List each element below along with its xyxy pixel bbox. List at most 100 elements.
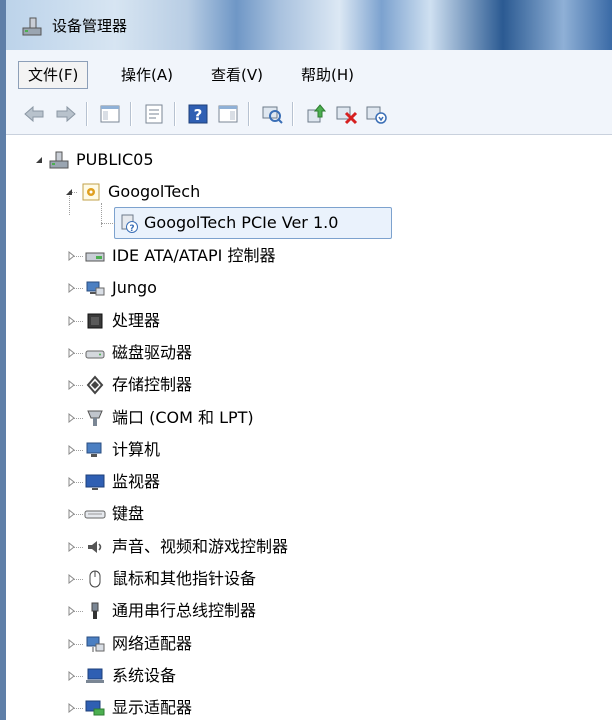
mouse-icon bbox=[89, 570, 101, 588]
tree-category-label: IDE ATA/ATAPI 控制器 bbox=[112, 246, 276, 265]
unknown-device-category-icon bbox=[82, 183, 100, 201]
toolbar: ? bbox=[6, 96, 612, 135]
expand-triangle-icon[interactable] bbox=[66, 671, 76, 681]
jungo-icon bbox=[86, 281, 105, 296]
tree-category[interactable]: 存储控制器 bbox=[6, 370, 612, 400]
device-manager-icon bbox=[22, 17, 42, 36]
scan-hardware-icon[interactable] bbox=[260, 102, 284, 126]
uninstall-icon[interactable] bbox=[334, 102, 358, 126]
storage-controller-icon bbox=[86, 375, 104, 395]
collapse-triangle-icon[interactable] bbox=[64, 187, 74, 197]
tree-category-label: 端口 (COM 和 LPT) bbox=[112, 408, 254, 427]
tree-category-label: 网络适配器 bbox=[112, 634, 193, 653]
processor-icon bbox=[87, 313, 103, 329]
expand-triangle-icon[interactable] bbox=[66, 413, 76, 423]
disable-icon[interactable] bbox=[364, 102, 388, 126]
tree-root[interactable]: PUBLIC05 bbox=[6, 145, 612, 175]
expand-triangle-icon[interactable] bbox=[66, 574, 76, 584]
expand-triangle-icon[interactable] bbox=[66, 542, 76, 552]
disk-drive-icon bbox=[85, 350, 105, 359]
tree-category-label: 计算机 bbox=[112, 440, 161, 459]
expand-triangle-icon[interactable] bbox=[66, 380, 76, 390]
tree-guide bbox=[101, 223, 115, 224]
tree-category-label: 存储控制器 bbox=[112, 375, 193, 394]
expand-triangle-icon[interactable] bbox=[66, 445, 76, 455]
tree-category[interactable]: 端口 (COM 和 LPT) bbox=[6, 403, 612, 433]
menu-help[interactable]: 帮助(H) bbox=[292, 62, 363, 88]
menu-view[interactable]: 查看(V) bbox=[202, 62, 272, 88]
window-title: 设备管理器 bbox=[52, 17, 128, 35]
expand-triangle-icon[interactable] bbox=[66, 639, 76, 649]
tree-category[interactable]: Jungo bbox=[6, 273, 612, 303]
tree-category[interactable]: 网络适配器 bbox=[6, 629, 612, 659]
show-hide-console-tree-icon[interactable] bbox=[98, 102, 122, 126]
toolbar-separator bbox=[248, 102, 249, 126]
tree-root-label: PUBLIC05 bbox=[76, 150, 154, 169]
device-manager-window: 设备管理器 文件(F) 操作(A) 查看(V) 帮助(H) ? PUBLIC05… bbox=[0, 0, 612, 720]
computer-icon bbox=[49, 151, 69, 169]
tree-category-label: Jungo bbox=[112, 278, 157, 297]
system-device-icon bbox=[86, 668, 104, 683]
tree-category-label: 磁盘驱动器 bbox=[112, 343, 193, 362]
forward-icon[interactable] bbox=[54, 102, 78, 126]
collapse-triangle-icon[interactable] bbox=[34, 155, 44, 165]
display-adapter-icon bbox=[85, 700, 105, 716]
expand-triangle-icon[interactable] bbox=[66, 703, 76, 713]
tree-category[interactable]: 通用串行总线控制器 bbox=[6, 596, 612, 626]
tree-category[interactable]: 鼠标和其他指针设备 bbox=[6, 564, 612, 594]
tree-category[interactable]: 磁盘驱动器 bbox=[6, 338, 612, 368]
computer-icon bbox=[86, 442, 102, 457]
update-driver-icon[interactable] bbox=[304, 102, 328, 126]
help-icon[interactable]: ? bbox=[186, 102, 210, 126]
title-bar[interactable]: 设备管理器 bbox=[6, 0, 612, 50]
tree-category-label: 监视器 bbox=[112, 472, 161, 491]
expand-triangle-icon[interactable] bbox=[66, 509, 76, 519]
tree-device-googoltech-pcie[interactable]: ? GoogolTech PCIe Ver 1.0 bbox=[6, 208, 612, 238]
menu-bar: 文件(F) 操作(A) 查看(V) 帮助(H) bbox=[6, 50, 612, 97]
tree-category[interactable]: 监视器 bbox=[6, 467, 612, 497]
tree-device-label: GoogolTech PCIe Ver 1.0 bbox=[144, 213, 339, 232]
device-tree: PUBLIC05 GoogolTech ? GoogolTech PCIe Ve… bbox=[6, 135, 612, 720]
action-pane-icon[interactable] bbox=[216, 102, 240, 126]
menu-action[interactable]: 操作(A) bbox=[112, 62, 182, 88]
tree-category-label: 键盘 bbox=[112, 504, 145, 523]
tree-category-label: GoogolTech bbox=[108, 182, 201, 201]
expand-triangle-icon[interactable] bbox=[66, 251, 76, 261]
network-adapter-icon bbox=[86, 636, 105, 652]
tree-category-label: 通用串行总线控制器 bbox=[112, 601, 257, 620]
tree-category-label: 声音、视频和游戏控制器 bbox=[112, 537, 289, 556]
monitor-icon bbox=[85, 474, 105, 490]
expand-triangle-icon[interactable] bbox=[66, 606, 76, 616]
tree-category[interactable]: 显示适配器 bbox=[6, 693, 612, 723]
tree-category-label: 显示适配器 bbox=[112, 698, 193, 717]
keyboard-icon bbox=[84, 510, 106, 519]
usb-icon bbox=[91, 602, 99, 619]
sound-icon bbox=[88, 541, 102, 553]
properties-icon[interactable] bbox=[142, 102, 166, 126]
ide-controller-icon bbox=[85, 252, 105, 262]
expand-triangle-icon[interactable] bbox=[66, 348, 76, 358]
tree-category-googoltech[interactable]: GoogolTech bbox=[6, 177, 612, 207]
toolbar-separator bbox=[174, 102, 175, 126]
unknown-device-icon: ? bbox=[121, 214, 138, 234]
menu-file[interactable]: 文件(F) bbox=[18, 61, 89, 89]
tree-category[interactable]: 声音、视频和游戏控制器 bbox=[6, 532, 612, 562]
tree-category-label: 处理器 bbox=[112, 311, 161, 330]
svg-text:?: ? bbox=[194, 106, 203, 124]
expand-triangle-icon[interactable] bbox=[66, 316, 76, 326]
back-icon[interactable] bbox=[22, 102, 46, 126]
expand-triangle-icon[interactable] bbox=[66, 477, 76, 487]
tree-category[interactable]: 处理器 bbox=[6, 306, 612, 336]
tree-category-label: 系统设备 bbox=[112, 666, 177, 685]
tree-category[interactable]: 计算机 bbox=[6, 435, 612, 465]
tree-category[interactable]: 系统设备 bbox=[6, 661, 612, 691]
port-icon bbox=[87, 410, 103, 426]
toolbar-separator bbox=[292, 102, 293, 126]
tree-category[interactable]: IDE ATA/ATAPI 控制器 bbox=[6, 241, 612, 271]
svg-text:?: ? bbox=[129, 224, 134, 234]
toolbar-separator bbox=[86, 102, 87, 126]
toolbar-separator bbox=[130, 102, 131, 126]
tree-category-label: 鼠标和其他指针设备 bbox=[112, 569, 257, 588]
expand-triangle-icon[interactable] bbox=[66, 283, 76, 293]
tree-category[interactable]: 键盘 bbox=[6, 499, 612, 529]
